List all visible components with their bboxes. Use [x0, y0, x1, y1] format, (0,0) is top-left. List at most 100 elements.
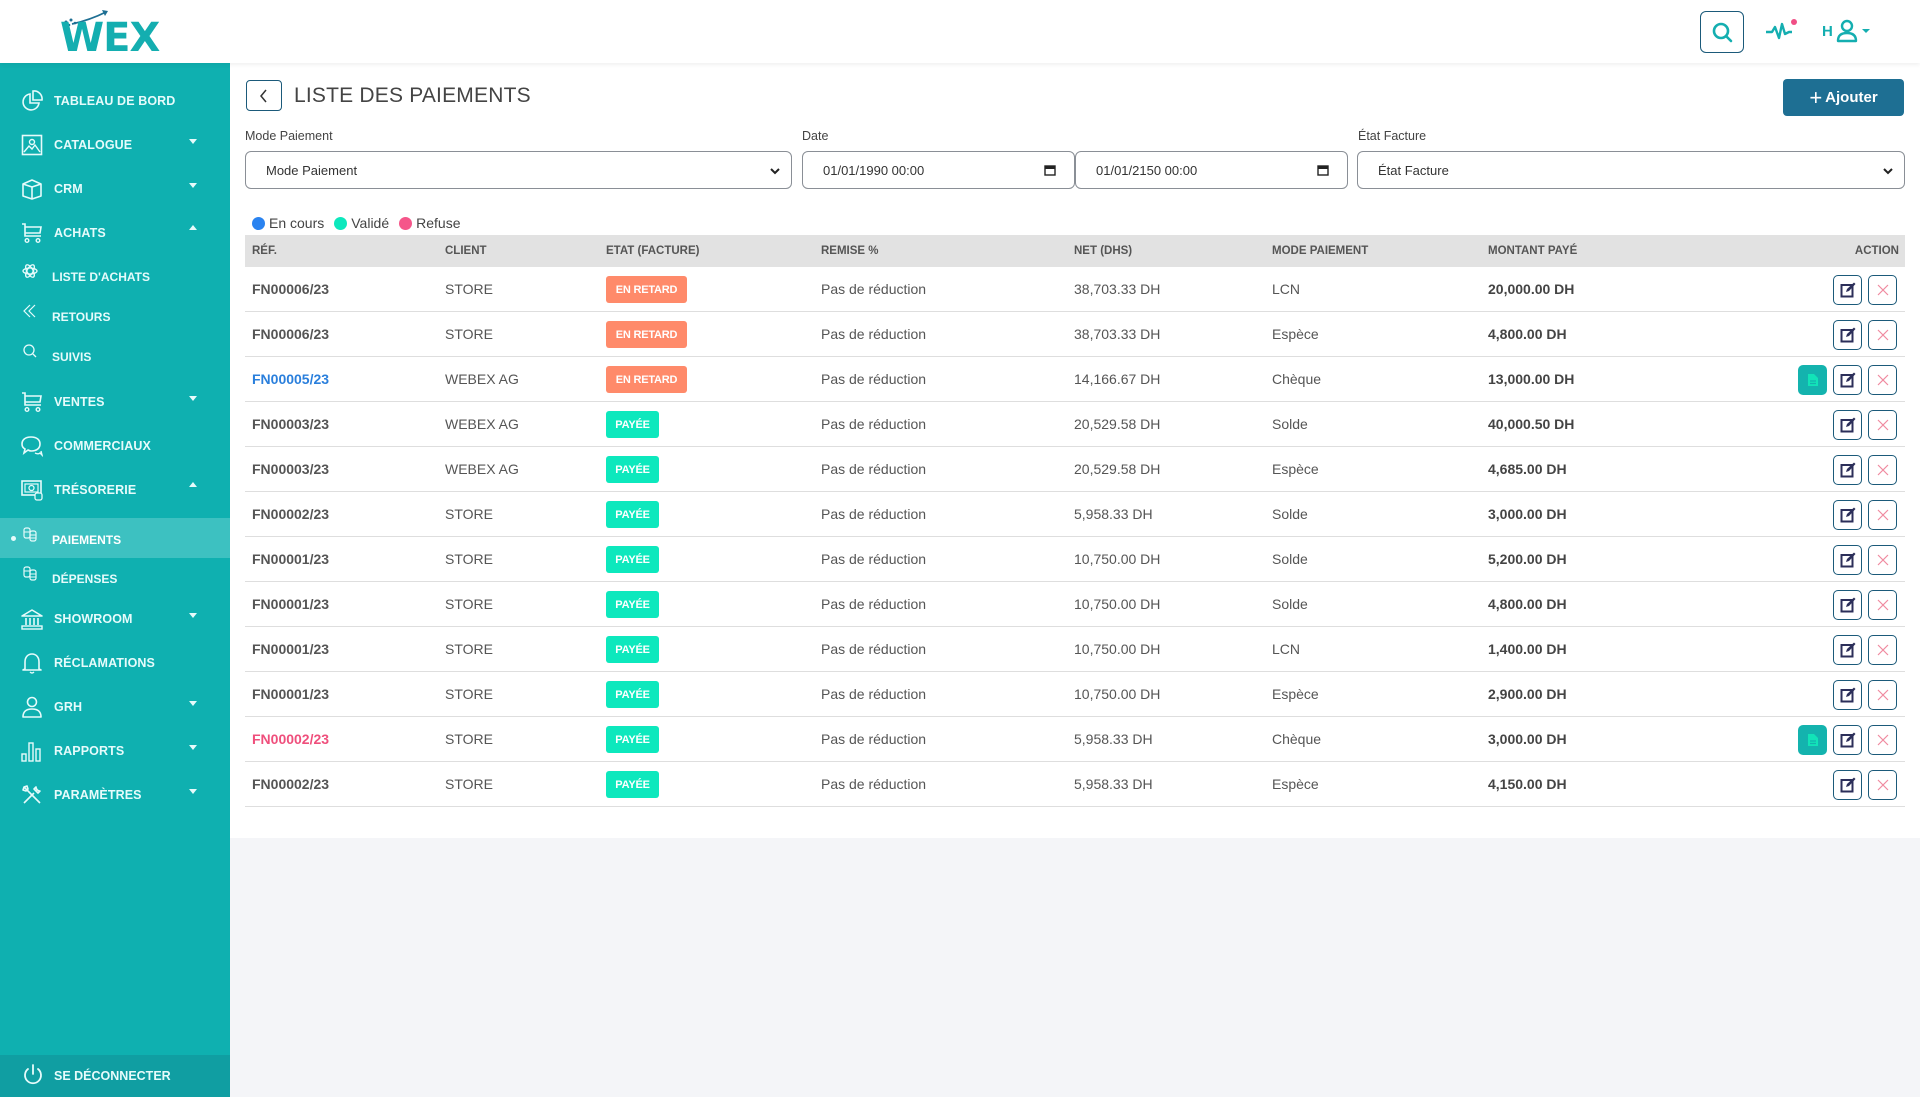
- cell-montant: 13,000.00 DH: [1488, 371, 1575, 387]
- cell-ref[interactable]: FN00002/23: [252, 506, 329, 522]
- document-button[interactable]: [1798, 725, 1827, 755]
- edit-button[interactable]: [1833, 365, 1862, 395]
- sidebar-item-tresorerie[interactable]: TRÉSORERIE: [0, 470, 230, 510]
- edit-button[interactable]: [1833, 635, 1862, 665]
- calendar-icon: [1317, 165, 1329, 176]
- edit-button[interactable]: [1833, 725, 1862, 755]
- back-button[interactable]: [246, 80, 282, 111]
- cell-remise: Pas de réduction: [821, 506, 927, 522]
- cell-montant: 4,800.00 DH: [1488, 596, 1567, 612]
- cell-montant: 20,000.00 DH: [1488, 281, 1575, 297]
- delete-button[interactable]: [1868, 410, 1897, 440]
- sidebar-item-showroom[interactable]: SHOWROOM: [0, 599, 230, 639]
- sidebar-item-ventes[interactable]: VENTES: [0, 382, 230, 422]
- edit-button[interactable]: [1833, 320, 1862, 350]
- col-client[interactable]: CLIENT: [445, 245, 487, 257]
- mode-paiement-select[interactable]: Mode Paiement: [245, 151, 792, 189]
- sidebar-item-crm[interactable]: CRM: [0, 169, 230, 209]
- cell-ref[interactable]: FN00001/23: [252, 596, 329, 612]
- cell-ref[interactable]: FN00003/23: [252, 461, 329, 477]
- sidebar-subitem-paiements[interactable]: PAIEMENTS: [0, 518, 230, 558]
- cell-ref[interactable]: FN00001/23: [252, 686, 329, 702]
- sidebar-subitem-suivis[interactable]: SUIVIS: [0, 335, 230, 375]
- sidebar-item-rapports[interactable]: RAPPORTS: [0, 731, 230, 771]
- delete-button[interactable]: [1868, 635, 1897, 665]
- add-button[interactable]: + Ajouter: [1783, 79, 1904, 116]
- cell-ref[interactable]: FN00001/23: [252, 551, 329, 567]
- cell-client: STORE: [445, 731, 493, 747]
- edit-button[interactable]: [1833, 500, 1862, 530]
- logo[interactable]: WEX: [60, 8, 170, 61]
- cell-montant: 2,900.00 DH: [1488, 686, 1567, 702]
- chevron-left-icon: [260, 89, 267, 102]
- cell-ref[interactable]: FN00002/23: [252, 731, 329, 747]
- status-badge: PAYÉE: [606, 681, 659, 708]
- delete-button[interactable]: [1868, 455, 1897, 485]
- logo-text: WEX: [60, 15, 160, 61]
- cell-remise: Pas de réduction: [821, 641, 927, 657]
- edit-button[interactable]: [1833, 455, 1862, 485]
- sidebar-item-reclamations[interactable]: RÉCLAMATIONS: [0, 643, 230, 683]
- user-menu[interactable]: H: [1822, 16, 1882, 46]
- edit-button[interactable]: [1833, 680, 1862, 710]
- sidebar-item-grh[interactable]: GRH: [0, 687, 230, 727]
- close-icon: [1877, 689, 1888, 701]
- sidebar-item-achats[interactable]: ACHATS: [0, 213, 230, 253]
- date-to-input[interactable]: 01/01/2150 00:00: [1075, 151, 1348, 189]
- cell-ref[interactable]: FN00003/23: [252, 416, 329, 432]
- col-etat[interactable]: ETAT (FACTURE): [606, 245, 699, 257]
- edit-button[interactable]: [1833, 770, 1862, 800]
- chat-icon: [20, 434, 44, 458]
- col-mode[interactable]: MODE PAIEMENT: [1272, 245, 1368, 257]
- delete-button[interactable]: [1868, 320, 1897, 350]
- logout-button[interactable]: SE DÉCONNECTER: [0, 1055, 230, 1097]
- sidebar-subitem-liste-achats[interactable]: LISTE D'ACHATS: [0, 255, 230, 295]
- close-icon: [1877, 509, 1888, 521]
- col-net[interactable]: NET (DHS): [1074, 245, 1132, 257]
- notification-dot: [1791, 19, 1797, 25]
- search-button[interactable]: [1700, 11, 1744, 53]
- delete-button[interactable]: [1868, 770, 1897, 800]
- close-icon: [1877, 599, 1888, 611]
- document-button[interactable]: [1798, 365, 1827, 395]
- cell-ref[interactable]: FN00006/23: [252, 326, 329, 342]
- date-from-input[interactable]: 01/01/1990 00:00: [802, 151, 1075, 189]
- delete-button[interactable]: [1868, 500, 1897, 530]
- col-remise[interactable]: REMISE %: [821, 245, 879, 257]
- delete-button[interactable]: [1868, 590, 1897, 620]
- col-montant[interactable]: MONTANT PAYÉ: [1488, 245, 1577, 257]
- col-ref[interactable]: RÉF.: [252, 245, 277, 257]
- sidebar-item-catalogue[interactable]: CATALOGUE: [0, 125, 230, 165]
- status-badge: PAYÉE: [606, 501, 659, 528]
- cell-montant: 3,000.00 DH: [1488, 731, 1567, 747]
- sidebar-item-tableau-de-bord[interactable]: TABLEAU DE BORD: [0, 81, 230, 121]
- table-header: RÉF. CLIENT ETAT (FACTURE) REMISE % NET …: [245, 235, 1905, 267]
- delete-button[interactable]: [1868, 365, 1897, 395]
- delete-button[interactable]: [1868, 275, 1897, 305]
- activity-button[interactable]: [1764, 16, 1798, 46]
- etat-facture-select[interactable]: État Facture: [1357, 151, 1905, 189]
- sidebar-subitem-retours[interactable]: RETOURS: [0, 295, 230, 335]
- edit-icon: [1840, 597, 1855, 613]
- edit-button[interactable]: [1833, 545, 1862, 575]
- sidebar-subitem-depenses[interactable]: DÉPENSES: [0, 557, 230, 597]
- delete-button[interactable]: [1868, 545, 1897, 575]
- close-icon: [1877, 374, 1888, 386]
- activity-pulse-icon: [1766, 19, 1797, 40]
- cell-ref[interactable]: FN00001/23: [252, 641, 329, 657]
- sidebar-item-commerciaux[interactable]: COMMERCIAUX: [0, 426, 230, 466]
- sidebar-item-parametres[interactable]: PARAMÈTRES: [0, 775, 230, 815]
- cell-ref[interactable]: FN00005/23: [252, 371, 329, 387]
- edit-icon: [1840, 552, 1855, 568]
- tools-icon: [20, 783, 44, 807]
- edit-button[interactable]: [1833, 590, 1862, 620]
- delete-button[interactable]: [1868, 680, 1897, 710]
- edit-button[interactable]: [1833, 275, 1862, 305]
- chevron-up-icon: [189, 482, 197, 487]
- table-row: FN00001/23 STORE PAYÉE Pas de réduction …: [245, 537, 1905, 582]
- delete-button[interactable]: [1868, 725, 1897, 755]
- edit-button[interactable]: [1833, 410, 1862, 440]
- cell-ref[interactable]: FN00006/23: [252, 281, 329, 297]
- cell-ref[interactable]: FN00002/23: [252, 776, 329, 792]
- plus-icon: +: [1809, 84, 1823, 110]
